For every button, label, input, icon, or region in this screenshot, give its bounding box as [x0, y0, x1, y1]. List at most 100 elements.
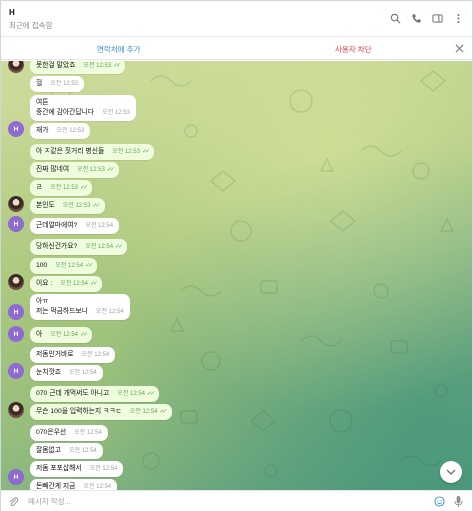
message-bubble[interactable]: 저돔 포포삽해서 오전 12:54	[30, 461, 124, 477]
message-time: 오전 12:54	[69, 448, 97, 454]
message-text: 여튼	[36, 99, 49, 106]
search-icon[interactable]	[390, 13, 401, 24]
message-text: 070 근데 개먹써도 아니고	[36, 390, 110, 397]
more-icon[interactable]	[453, 13, 464, 24]
message-bubble[interactable]: 당하신건가요? 오전 12:54 ✓✓	[30, 239, 128, 255]
message-bubble[interactable]: 100 오전 12:54 ✓✓	[30, 258, 98, 274]
message-bubble[interactable]: 무슨 100을 입력하는지 ㅋㅋㄷ 오전 12:54 ✓✓	[30, 404, 172, 420]
message-bubble[interactable]: 재가 오전 12:53	[30, 123, 91, 139]
message-list[interactable]: 못한걸 말았죠 오전 12:53 ✓✓ 헐 오전 12:53 여튼 중간에 감아간답니…	[1, 61, 472, 490]
message-text: 이요 :	[36, 280, 53, 287]
message-time: 오전 12:54	[50, 332, 78, 338]
avatar[interactable]: H	[8, 469, 24, 485]
message-text: 100	[36, 262, 48, 269]
chat-header[interactable]: H 최근에 접속함	[1, 1, 472, 37]
message-bubble[interactable]: 눈치깟죠 오전 12:54	[30, 365, 103, 381]
message-bubble[interactable]: 돈빼간게 지금 오전 12:54	[30, 479, 118, 490]
mic-icon[interactable]	[453, 495, 464, 508]
attach-icon[interactable]	[8, 496, 19, 507]
message-text: 저돔인거바로	[36, 351, 74, 358]
message-bubble[interactable]: 아 ㅈ같은 짓거리 병신들 오전 12:53 ✓✓	[30, 144, 154, 160]
message-time: 오전 12:53	[50, 185, 78, 191]
double-check-icon: ✓✓	[141, 149, 150, 155]
message-text: 아ㅠ	[36, 298, 49, 305]
chat-title[interactable]: H	[9, 8, 15, 17]
message-text: 눈치깟죠	[36, 369, 62, 376]
message-bubble[interactable]: 잘몸없고 오전 12:54	[30, 443, 103, 459]
avatar[interactable]: H	[8, 363, 24, 379]
message-time: 오전 12:54	[129, 409, 158, 415]
message-bubble[interactable]: 저돔인거바로 오전 12:54	[30, 347, 116, 363]
scroll-down-button[interactable]	[440, 461, 462, 483]
message-text: 아 ㅈ같은 짓거리 병신들	[36, 148, 105, 155]
message-bubble[interactable]: 070은우선 오전 12:54	[30, 425, 108, 441]
message-time: 오전 12:54	[89, 466, 118, 472]
message-text: 돈빼간게 지금	[36, 483, 76, 490]
message-time: 오전 12:53	[83, 63, 112, 69]
message-time: 오전 12:54	[81, 352, 110, 358]
close-icon[interactable]	[455, 44, 464, 53]
double-check-icon: ✓✓	[113, 63, 121, 69]
message-text: 근데얼마에여?	[36, 222, 78, 229]
chat-status: 최근에 접속함	[9, 21, 53, 30]
message-text: 못한걸 말았죠	[36, 62, 76, 69]
emoji-icon[interactable]	[434, 496, 445, 507]
message-time: 오전 12:53	[112, 149, 140, 155]
block-user-button[interactable]: 사용자 차단	[335, 44, 372, 55]
message-time: 오전 12:53	[102, 110, 130, 116]
message-time: 오전 12:54	[74, 430, 102, 436]
message-text: 잘몸없고	[36, 447, 62, 454]
message-time: 오전 12:54	[95, 309, 124, 315]
message-text: 당하신건가요?	[36, 243, 78, 250]
message-text: 아	[36, 331, 43, 338]
message-text: 본인도	[36, 202, 55, 209]
message-text: 헐	[36, 80, 43, 87]
message-time: 오전 12:53	[50, 81, 78, 87]
avatar[interactable]	[8, 402, 24, 418]
avatar[interactable]: H	[8, 304, 24, 320]
double-check-icon: ✓✓	[92, 203, 101, 209]
message-time: 오전 12:54	[55, 263, 84, 269]
composer	[1, 490, 472, 511]
message-bubble[interactable]: 본인도 오전 12:53 ✓✓	[30, 198, 105, 214]
message-time: 오전 12:54	[83, 484, 112, 490]
avatar[interactable]: H	[8, 216, 24, 232]
phone-icon[interactable]	[411, 13, 422, 24]
message-bubble[interactable]: 근데얼마에여? 오전 12:54	[30, 218, 120, 234]
message-text: 무슨 100을 입력하는지 ㅋㅋㄷ	[36, 408, 122, 415]
message-time: 오전 12:53	[56, 128, 85, 134]
add-contact-button[interactable]: 연락처에 추가	[97, 44, 140, 55]
message-bubble[interactable]: 아ㅠ 저는 먹금하드보니 오전 12:54	[30, 294, 130, 320]
message-bubble[interactable]: 070 근데 개먹써도 아니고 오전 12:54 ✓✓	[30, 386, 160, 402]
message-bubble[interactable]: ㄹ 오전 12:53 ✓✓	[30, 180, 93, 196]
message-bubble[interactable]: 이요 : 오전 12:54 ✓✓	[30, 276, 103, 292]
avatar[interactable]	[8, 274, 24, 290]
message-bubble[interactable]: 아 오전 12:54 ✓✓	[30, 327, 93, 343]
message-time: 오전 12:54	[60, 281, 89, 287]
double-check-icon: ✓✓	[80, 332, 88, 338]
action-bar: 연락처에 추가 사용자 차단	[1, 38, 472, 60]
avatar[interactable]: H	[8, 326, 24, 342]
double-check-icon: ✓✓	[115, 244, 123, 250]
double-check-icon: ✓✓	[85, 263, 93, 269]
message-time: 오전 12:54	[85, 223, 114, 229]
message-bubble[interactable]: 못한걸 말았죠 오전 12:53 ✓✓	[30, 61, 126, 74]
message-text: ㄹ	[36, 184, 43, 191]
avatar[interactable]: H	[8, 121, 24, 137]
sidebar-icon[interactable]	[432, 13, 443, 24]
message-time: 오전 12:53	[62, 203, 91, 209]
avatar[interactable]	[8, 196, 24, 212]
double-check-icon: ✓✓	[80, 185, 88, 191]
double-check-icon: ✓✓	[147, 391, 155, 397]
message-time: 오전 12:54	[69, 370, 97, 376]
message-input[interactable]	[28, 495, 388, 508]
message-time: 오전 12:54	[117, 391, 146, 397]
double-check-icon: ✓✓	[106, 167, 115, 173]
message-bubble[interactable]: 여튼 중간에 감아간답니다 오전 12:53	[30, 95, 136, 121]
message-bubble[interactable]: 진짜 많네여 오전 12:53 ✓✓	[30, 162, 119, 178]
message-bubble[interactable]: 헐 오전 12:53	[30, 76, 84, 92]
chevron-down-icon	[446, 469, 456, 475]
double-check-icon: ✓✓	[90, 281, 98, 287]
message-text: 저돔 포포삽해서	[36, 465, 82, 472]
message-time: 오전 12:54	[85, 244, 114, 250]
